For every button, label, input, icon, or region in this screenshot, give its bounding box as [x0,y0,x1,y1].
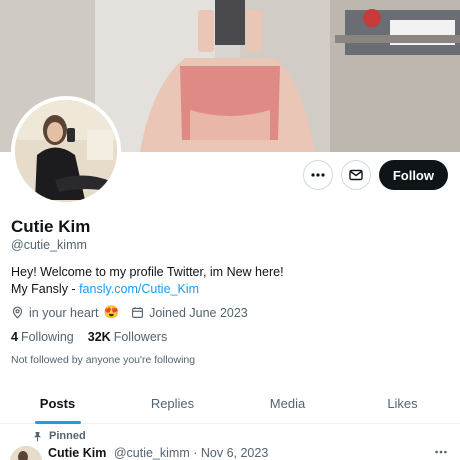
location-text: in your heart [29,305,99,320]
location-pin-icon [12,306,23,319]
bio-link-prefix: My Fansly - [11,282,80,296]
post-separator: · [193,446,198,460]
pinned-indicator: Pinned [32,430,86,442]
profile-actions: Follow [302,160,448,190]
following-link[interactable]: 4 Following [11,330,74,344]
followers-link[interactable]: 32K Followers [88,330,167,344]
joined-text: Joined June 2023 [149,305,248,320]
following-count: 4 [11,330,18,344]
followers-count: 32K [87,330,111,344]
more-horizontal-icon [311,173,325,177]
fansly-link[interactable]: fansly.com/Cutie_Kim [79,282,199,296]
post-author-handle[interactable]: @cutie_kimm [114,446,190,460]
post-date[interactable]: Nov 6, 2023 [201,446,268,460]
tab-likes[interactable]: Likes [345,384,460,423]
more-horizontal-icon [435,450,447,454]
post-author-avatar[interactable] [10,446,42,460]
display-name: Cutie Kim [11,217,91,236]
more-options-button[interactable] [302,160,333,190]
pinned-label: Pinned [49,430,86,442]
location-item: in your heart 😍 [11,305,119,320]
bio-link-line: My Fansly - fansly.com/Cutie_Kim [11,282,199,296]
tab-replies[interactable]: Replies [115,384,230,423]
followers-label: Followers [113,330,168,344]
post-header: Cutie Kim @cutie_kimm · Nov 6, 2023 [48,446,268,460]
pin-icon [34,431,41,441]
heart-eyes-emoji: 😍 [103,305,120,319]
profile-avatar[interactable] [11,96,121,206]
bio-text: Hey! Welcome to my profile Twitter, im N… [11,265,284,279]
following-label: Following [20,330,74,344]
joined-item: Joined June 2023 [131,306,248,320]
not-followed-notice: Not followed by anyone you're following [11,354,196,366]
profile-handle: @cutie_kimm [11,238,87,252]
tab-posts[interactable]: Posts [0,384,115,423]
post-author-name[interactable]: Cutie Kim [48,446,106,460]
tab-media[interactable]: Media [230,384,345,423]
calendar-icon [132,307,144,318]
follow-stats: 4 Following 32K Followers [11,330,167,344]
post-more-button[interactable] [434,445,448,460]
profile-meta: in your heart 😍 Joined June 2023 [11,305,260,320]
profile-tabs: Posts Replies Media Likes [0,384,460,424]
follow-button[interactable]: Follow [378,160,448,190]
envelope-icon [349,169,363,181]
message-button[interactable] [340,160,371,190]
